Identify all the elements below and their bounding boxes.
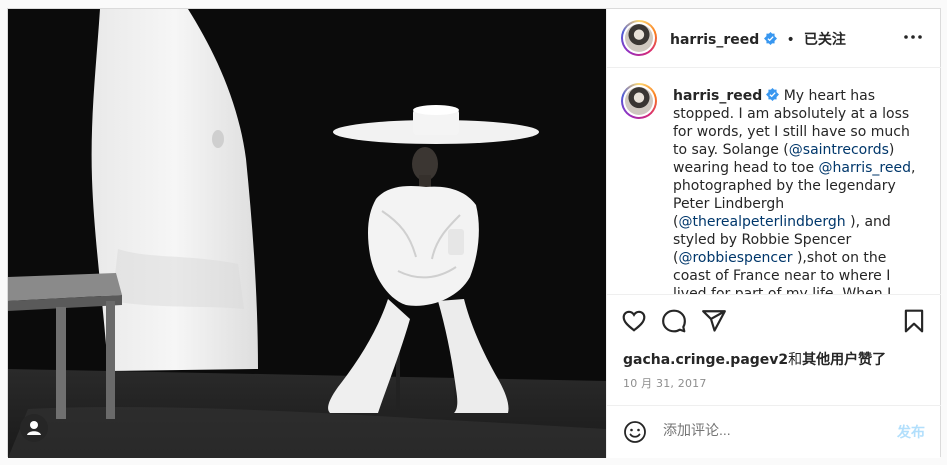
likes-conjunction: 和 [788,352,803,368]
mention-link[interactable]: @therealpeterlindbergh [678,214,845,230]
user-tag-icon[interactable] [20,414,48,442]
instagram-post-modal: harris_reed • 已关注 harris_reed My heart h… [7,8,941,458]
more-options-icon[interactable] [901,27,925,47]
caption-avatar[interactable] [621,83,657,119]
separator-dot: • [786,32,795,48]
paper-plane-icon[interactable] [701,308,727,334]
post-sidebar: harris_reed • 已关注 harris_reed My heart h… [606,9,941,458]
likes-line: gacha.cringe.pagev2和其他用户赞了 [623,349,886,369]
post-photo[interactable] [8,9,606,458]
post-header: harris_reed • 已关注 [607,9,941,68]
caption-username-link[interactable]: harris_reed [673,88,762,104]
verified-badge-icon [766,88,780,101]
header-user-line: harris_reed • 已关注 [670,29,846,49]
caption-body: My heart has stopped. I am absolutely at… [673,88,915,294]
mention-link[interactable]: @robbiespencer [678,250,792,266]
comment-bar: 发布 [607,405,941,458]
photo-illustration [8,9,606,458]
post-comment-button[interactable]: 发布 [897,422,925,442]
post-date[interactable]: 10 月 31, 2017 [623,375,707,391]
heart-icon[interactable] [621,308,647,334]
page-background: harris_reed • 已关注 harris_reed My heart h… [0,0,947,465]
header-username-link[interactable]: harris_reed [670,32,759,48]
following-button[interactable]: 已关注 [804,32,846,48]
mention-link[interactable]: @saintrecords [789,142,889,158]
avatar[interactable] [621,20,657,56]
other-likers-link[interactable]: 其他用户 [802,352,858,368]
bookmark-icon[interactable] [901,308,927,334]
mention-link[interactable]: @harris_reed [819,160,911,176]
verified-badge-icon [764,32,778,45]
emoji-icon[interactable] [623,420,647,444]
caption-text: harris_reed My heart has stopped. I am a… [673,87,923,294]
comment-icon[interactable] [661,308,687,334]
caption-section: harris_reed My heart has stopped. I am a… [607,69,941,295]
action-bar [607,296,941,344]
comment-input[interactable] [663,422,873,438]
likes-suffix: 赞了 [858,352,887,368]
liker-username-link[interactable]: gacha.cringe.pagev2 [623,352,788,368]
